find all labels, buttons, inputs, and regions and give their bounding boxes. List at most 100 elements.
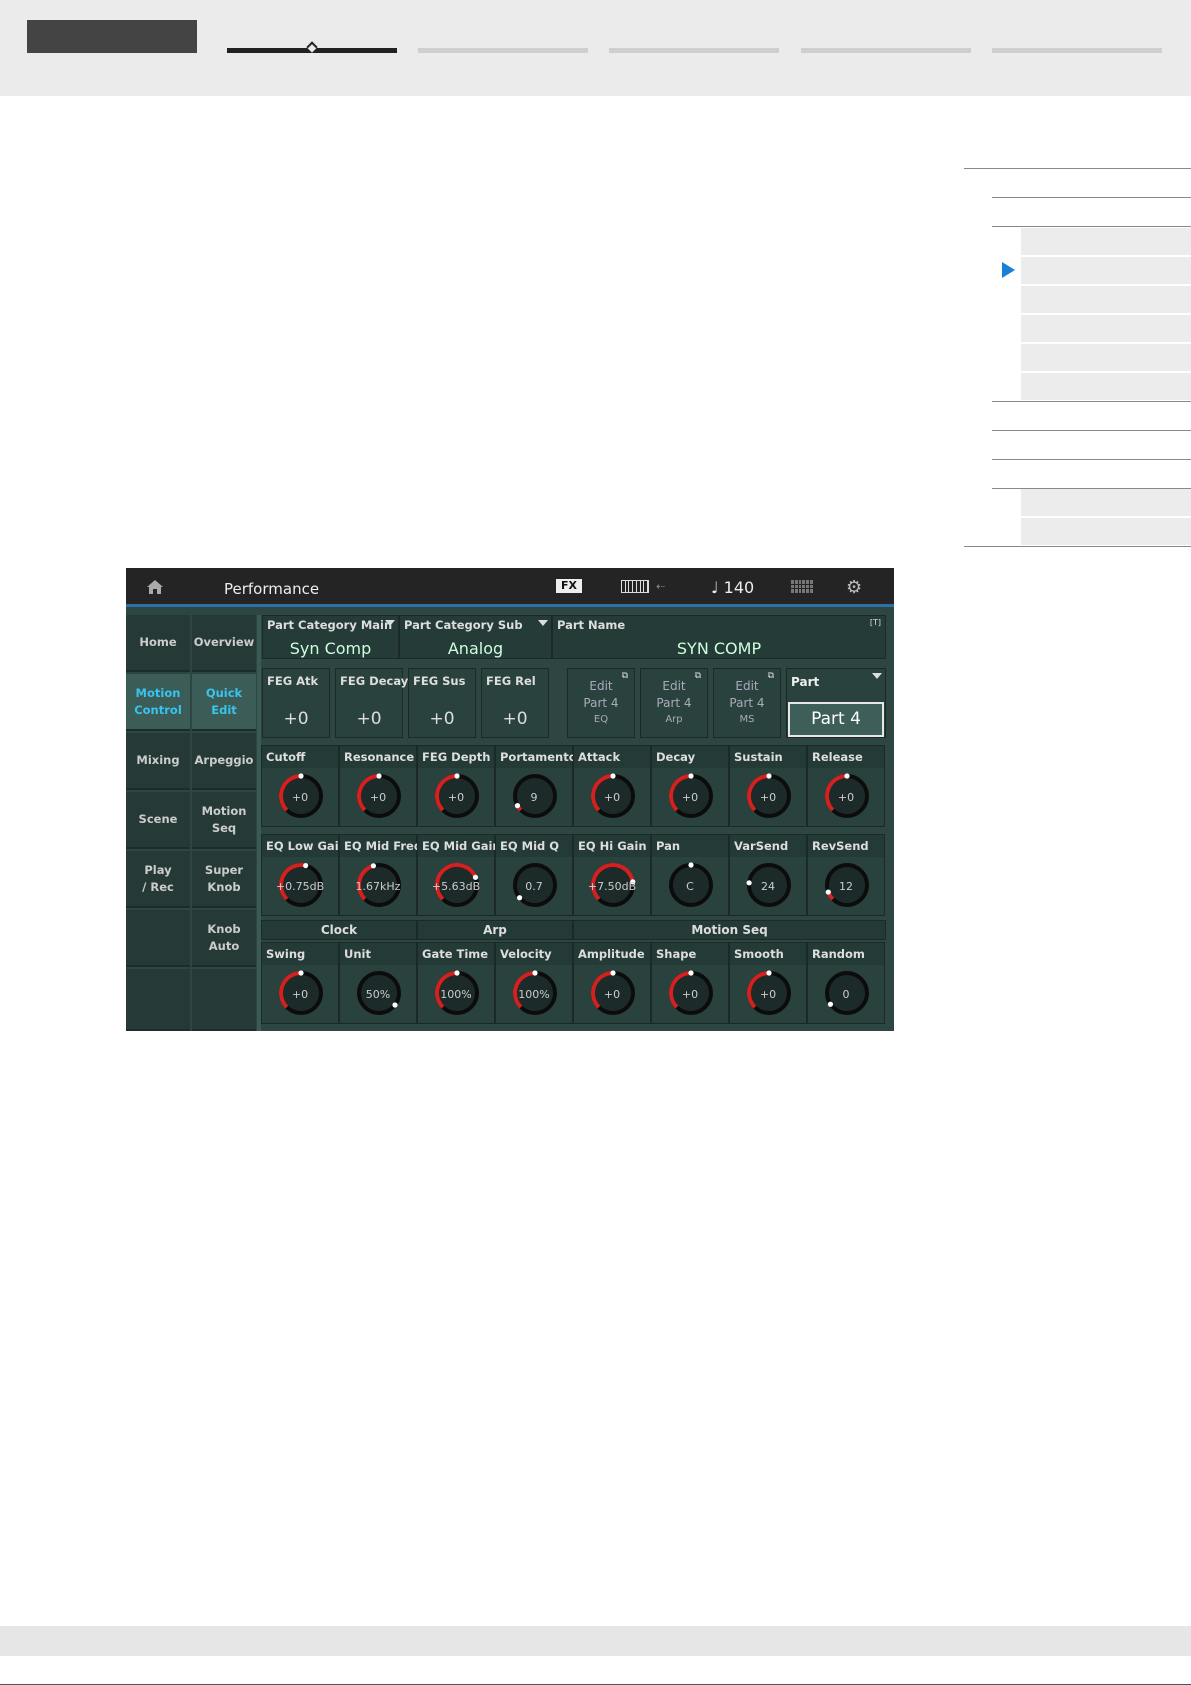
home-icon[interactable] [146,579,164,594]
knob-value: +7.50dB [587,880,637,893]
part-name-field[interactable]: Part Name [T] SYN COMP [552,615,886,659]
knob-label: EQ Low Gain [266,839,347,853]
knob-value: +0 [837,791,855,804]
grid-icon[interactable] [791,580,813,593]
knob-cell[interactable]: Resonance +0 [339,745,417,827]
edit-part-arp-button[interactable]: ⧉ Edit Part 4 Arp [640,668,708,738]
knob-cell[interactable]: Amplitude +0 [573,942,651,1024]
keyboard-icon[interactable] [621,580,649,593]
tab-5[interactable] [992,48,1162,53]
field-value: Syn Comp [289,639,372,658]
knob-cell[interactable]: EQ Hi Gain +7.50dB [573,834,651,916]
tab-3[interactable] [609,48,779,53]
part-category-main-field[interactable]: Part Category Main Syn Comp [262,615,399,659]
knob-cell[interactable]: Unit 50% [339,942,417,1024]
knob-cell[interactable]: VarSend 24 [729,834,807,916]
knob-cell[interactable]: RevSend 12 [807,834,885,916]
knob-cell[interactable]: Shape +0 [651,942,729,1024]
chevron-down-icon [538,620,548,626]
knob-value: 50% [365,988,391,1001]
knob-label: Resonance [344,750,415,764]
knob-label: Velocity [500,947,552,961]
gear-icon[interactable]: ⚙ [846,577,862,598]
menu-quick-edit[interactable]: Quick Edit [192,674,256,731]
menu-mixing[interactable]: Mixing [126,733,190,790]
knob-label: Gate Time [422,947,489,961]
knob-cell[interactable]: Velocity 100% [495,942,573,1024]
menu-motion-control[interactable]: Motion Control [126,674,190,731]
nav-item[interactable] [1021,489,1191,516]
menu-play-rec[interactable]: Play / Rec [126,851,190,908]
knob-cell[interactable]: Smooth +0 [729,942,807,1024]
menu-scene[interactable]: Scene [126,792,190,849]
menu-super-knob[interactable]: Super Knob [192,851,256,908]
knob-indicator [610,773,616,779]
knob-cell[interactable]: EQ Mid Freq 1.67kHz [339,834,422,916]
knob-cell[interactable]: Release +0 [807,745,885,827]
field-value: +0 [502,709,528,729]
nav-item[interactable] [1021,286,1191,313]
knob-indicator [392,1002,398,1008]
knob-cell[interactable]: EQ Mid Gain +5.63dB [417,834,501,916]
knob-row-3: Swing +0 Unit 50% Gate Time 100% Velocity 100% A… [261,942,886,1031]
knob-label: EQ Hi Gain [578,839,647,853]
knob-cell[interactable]: Swing +0 [261,942,339,1024]
knob-label: Portamento [500,750,577,764]
knob-cell[interactable]: Pan C [651,834,729,916]
nav-item[interactable] [1021,228,1191,255]
feg-decay-field[interactable]: FEG Decay +0 [335,668,408,738]
part-category-sub-field[interactable]: Part Category Sub Analog [399,615,552,659]
button-line: Edit [662,679,686,693]
knob-cell[interactable]: Sustain +0 [729,745,807,827]
nav-item[interactable] [1021,518,1191,545]
knob-indicator [532,970,538,976]
field-label: FEG Atk [267,674,319,688]
button-line: Part 4 [729,696,765,710]
knob-cell[interactable]: Portamento 9 [495,745,577,827]
menu-motion-seq[interactable]: Motion Seq [192,792,256,849]
field-label: Part Category Main [267,618,393,632]
knob-cell[interactable]: EQ Low Gain +0.75dB [261,834,347,916]
current-page-arrow-icon [1002,262,1015,278]
knob-cell[interactable]: EQ Mid Q 0.7 [495,834,573,916]
knob-label: Random [812,947,865,961]
tab-2[interactable] [418,48,588,53]
knob-label: RevSend [812,839,869,853]
knob-value: 0.7 [525,880,543,893]
part-select[interactable]: Part Part 4 [786,668,886,738]
nav-divider [992,430,1191,431]
knob-cell[interactable]: Attack +0 [573,745,651,827]
menu-knob-auto[interactable]: Knob Auto [192,910,256,967]
menu-home[interactable]: Home [126,615,190,672]
knob-label: Sustain [734,750,783,764]
menu-empty [126,910,190,967]
knob-label: Shape [656,947,697,961]
knob-indicator [516,895,523,901]
nav-item[interactable] [1021,373,1191,400]
part-value: Part 4 [788,702,884,737]
tempo-display[interactable]: ♩ 140 [711,578,754,597]
knob-cell[interactable]: Cutoff +0 [261,745,339,827]
knob-cell[interactable]: Random 0 [807,942,885,1024]
feg-rel-field[interactable]: FEG Rel +0 [481,668,549,738]
feg-atk-field[interactable]: FEG Atk +0 [262,668,330,738]
edit-part-eq-button[interactable]: ⧉ Edit Part 4 EQ [567,668,635,738]
nav-item[interactable] [1021,344,1191,371]
knob-label: Smooth [734,947,784,961]
nav-item-current[interactable] [1021,257,1191,284]
nav-item[interactable] [1021,315,1191,342]
knob-cell[interactable]: FEG Depth +0 [417,745,495,827]
edit-part-ms-button[interactable]: ⧉ Edit Part 4 MS [713,668,781,738]
knob-cell[interactable]: Gate Time 100% [417,942,495,1024]
menu-empty [192,969,256,1031]
knob-cell[interactable]: Decay +0 [651,745,729,827]
tab-4[interactable] [801,48,971,53]
menu-overview[interactable]: Overview [192,615,256,672]
menu-arpeggio[interactable]: Arpeggio [192,733,256,790]
fx-icon[interactable]: FX [556,579,582,593]
nav-divider [992,226,1191,227]
knob-value: 9 [530,791,538,804]
feg-sus-field[interactable]: FEG Sus +0 [408,668,476,738]
field-label: Part Category Sub [404,618,523,632]
page: Performance FX ⇠ ♩ 140 ⚙ Home Motion Con… [0,0,1191,1685]
